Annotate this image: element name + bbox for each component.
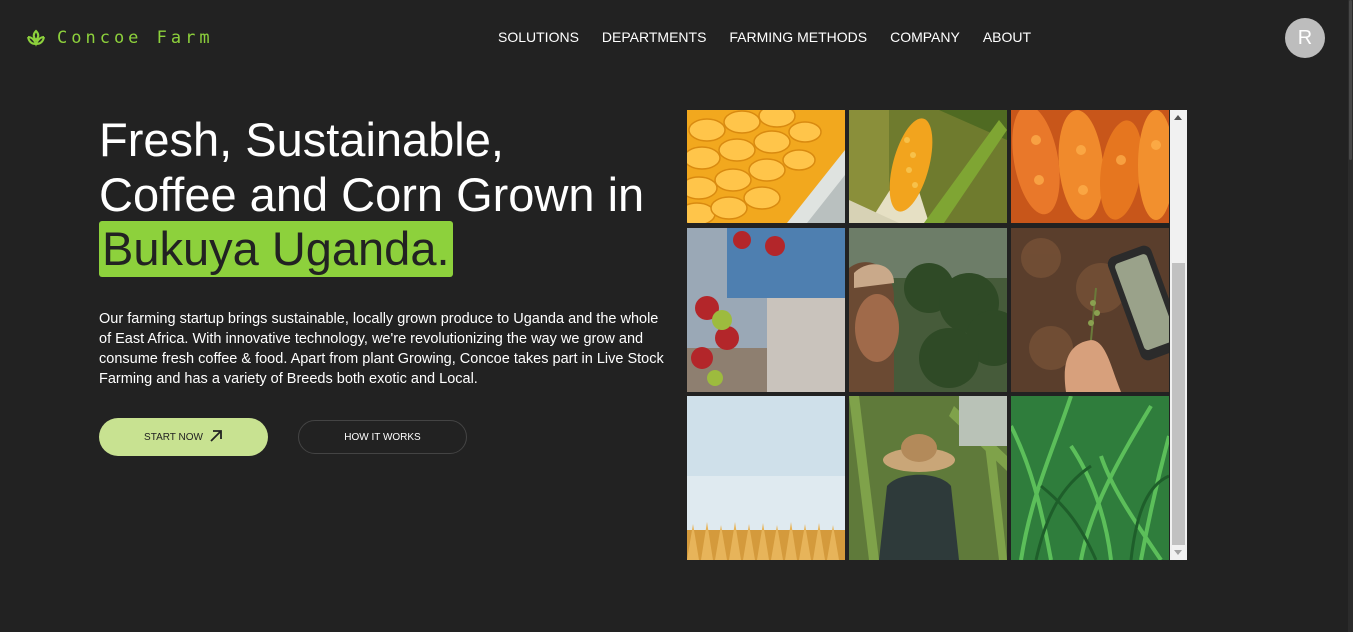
gallery-image-corn-field-sky[interactable]: [687, 396, 845, 560]
hero-title-line1: Fresh, Sustainable,: [99, 113, 504, 166]
gallery-scrollbar[interactable]: [1170, 110, 1187, 560]
gallery-image-soil-phone[interactable]: [1011, 228, 1169, 392]
gallery-scrollbar-thumb[interactable]: [1172, 263, 1185, 545]
nav-item-solutions[interactable]: SOLUTIONS: [498, 29, 579, 45]
landing-page: Concoe Farm SOLUTIONS DEPARTMENTS FARMIN…: [0, 0, 1353, 632]
hero-title: Fresh, Sustainable, Coffee and Corn Grow…: [99, 112, 679, 222]
start-now-label: START NOW: [144, 431, 203, 443]
gallery-image-dried-corn[interactable]: [1011, 110, 1169, 223]
hero-title-highlight: Bukuya Uganda.: [99, 221, 453, 277]
hero-description: Our farming startup brings sustainable, …: [99, 311, 664, 387]
page-scrollbar[interactable]: [1348, 0, 1353, 632]
gallery-image-corn-plant[interactable]: [849, 110, 1007, 223]
nav-item-farming-methods[interactable]: FARMING METHODS: [729, 29, 867, 45]
gallery-image-coffee-cherries[interactable]: [687, 228, 845, 392]
scroll-up-icon[interactable]: [1174, 115, 1182, 120]
nav-item-departments[interactable]: DEPARTMENTS: [602, 29, 707, 45]
hero-title-line2: Coffee and Corn Grown in: [99, 168, 645, 221]
page-scrollbar-thumb[interactable]: [1349, 0, 1352, 160]
brand-name: Concoe Farm: [57, 28, 214, 48]
how-it-works-button[interactable]: HOW IT WORKS: [298, 420, 467, 454]
gallery-image-green-corn-field[interactable]: [1011, 396, 1169, 560]
nav-item-about[interactable]: ABOUT: [983, 29, 1031, 45]
how-it-works-label: HOW IT WORKS: [344, 431, 421, 443]
main-nav: SOLUTIONS DEPARTMENTS FARMING METHODS CO…: [498, 29, 1031, 45]
gallery-image-farmer-hat[interactable]: [849, 396, 1007, 560]
arrow-up-right-icon: [209, 429, 223, 446]
gallery-image-farmer-forest[interactable]: [849, 228, 1007, 392]
scroll-down-icon[interactable]: [1174, 550, 1182, 555]
leaf-sprout-icon: [25, 27, 47, 49]
image-gallery[interactable]: [687, 110, 1187, 560]
nav-item-company[interactable]: COMPANY: [890, 29, 960, 45]
brand-logo[interactable]: Concoe Farm: [25, 27, 214, 49]
gallery-image-corn-closeup[interactable]: [687, 110, 845, 223]
start-now-button[interactable]: START NOW: [99, 418, 268, 456]
user-avatar[interactable]: R: [1285, 18, 1325, 58]
